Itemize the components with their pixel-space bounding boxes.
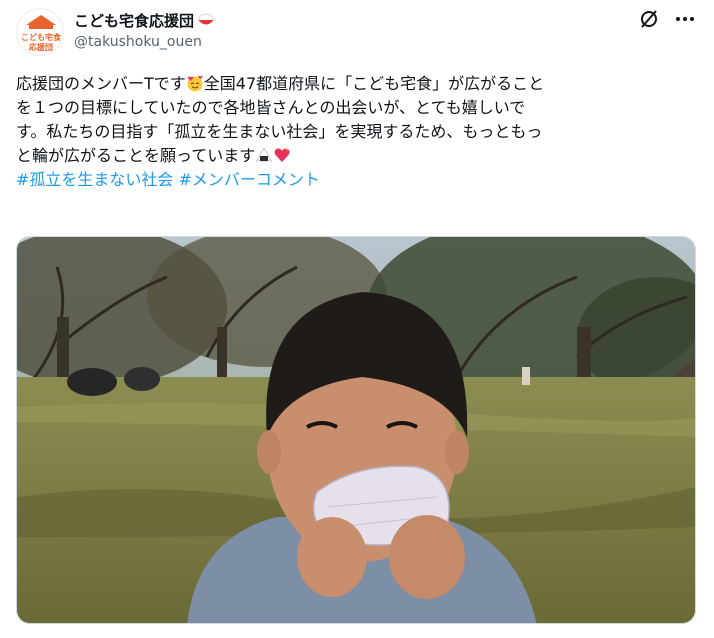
avatar[interactable]: こども宅食 応援団 xyxy=(16,8,64,56)
rice-bowl-icon xyxy=(198,13,214,25)
park-photo-image xyxy=(17,237,695,623)
hashtag-line: #孤立を生まない社会 #メンバーコメント xyxy=(16,168,696,192)
avatar-logo-text-1: こども宅食 xyxy=(21,33,61,42)
house-roof-icon xyxy=(26,15,56,29)
tweet-text: 応援団のメンバーTです 全国47都道府県に「こども宅食」が広がること を１つの目標… xyxy=(16,72,696,192)
hashtag-link[interactable]: #孤立を生まない社会 xyxy=(16,170,173,189)
tweet-text-segment: と輪が広がることを願っています xyxy=(16,146,256,165)
display-name[interactable]: こども宅食応援団 xyxy=(74,10,194,31)
tweet-line-1: 応援団のメンバーTです 全国47都道府県に「こども宅食」が広がること xyxy=(16,72,696,96)
smiling-face-with-hearts-icon xyxy=(187,75,203,92)
name-row: こども宅食応援団 xyxy=(74,10,215,30)
tweet-line-2: を１つの目標にしていたので各地皆さんとの出会いが、とても嬉しいで xyxy=(16,98,526,117)
tweet-text-segment: 全国47都道府県に「こども宅食」が広がること xyxy=(203,74,545,93)
account-handle[interactable]: @takushoku_ouen xyxy=(74,34,202,50)
rice-ball-icon xyxy=(256,147,273,162)
tweet-header: こども宅食 応援団 こども宅食応援団 @takushoku_ouen xyxy=(0,0,714,70)
avatar-logo-text-2: 応援団 xyxy=(29,43,53,52)
grok-icon[interactable] xyxy=(638,8,660,30)
hashtag-link[interactable]: #メンバーコメント xyxy=(179,170,320,189)
tweet-line-3: す。私たちの目指す「孤立を生まない社会」を実現するため、もっともっ xyxy=(16,122,543,141)
tweet-photo[interactable] xyxy=(16,236,696,624)
more-icon[interactable] xyxy=(674,8,696,30)
tweet-line-4: と輪が広がることを願っています xyxy=(16,144,696,168)
sparkling-heart-icon xyxy=(274,147,290,162)
tweet-text-segment: 応援団のメンバーTです xyxy=(16,74,186,93)
